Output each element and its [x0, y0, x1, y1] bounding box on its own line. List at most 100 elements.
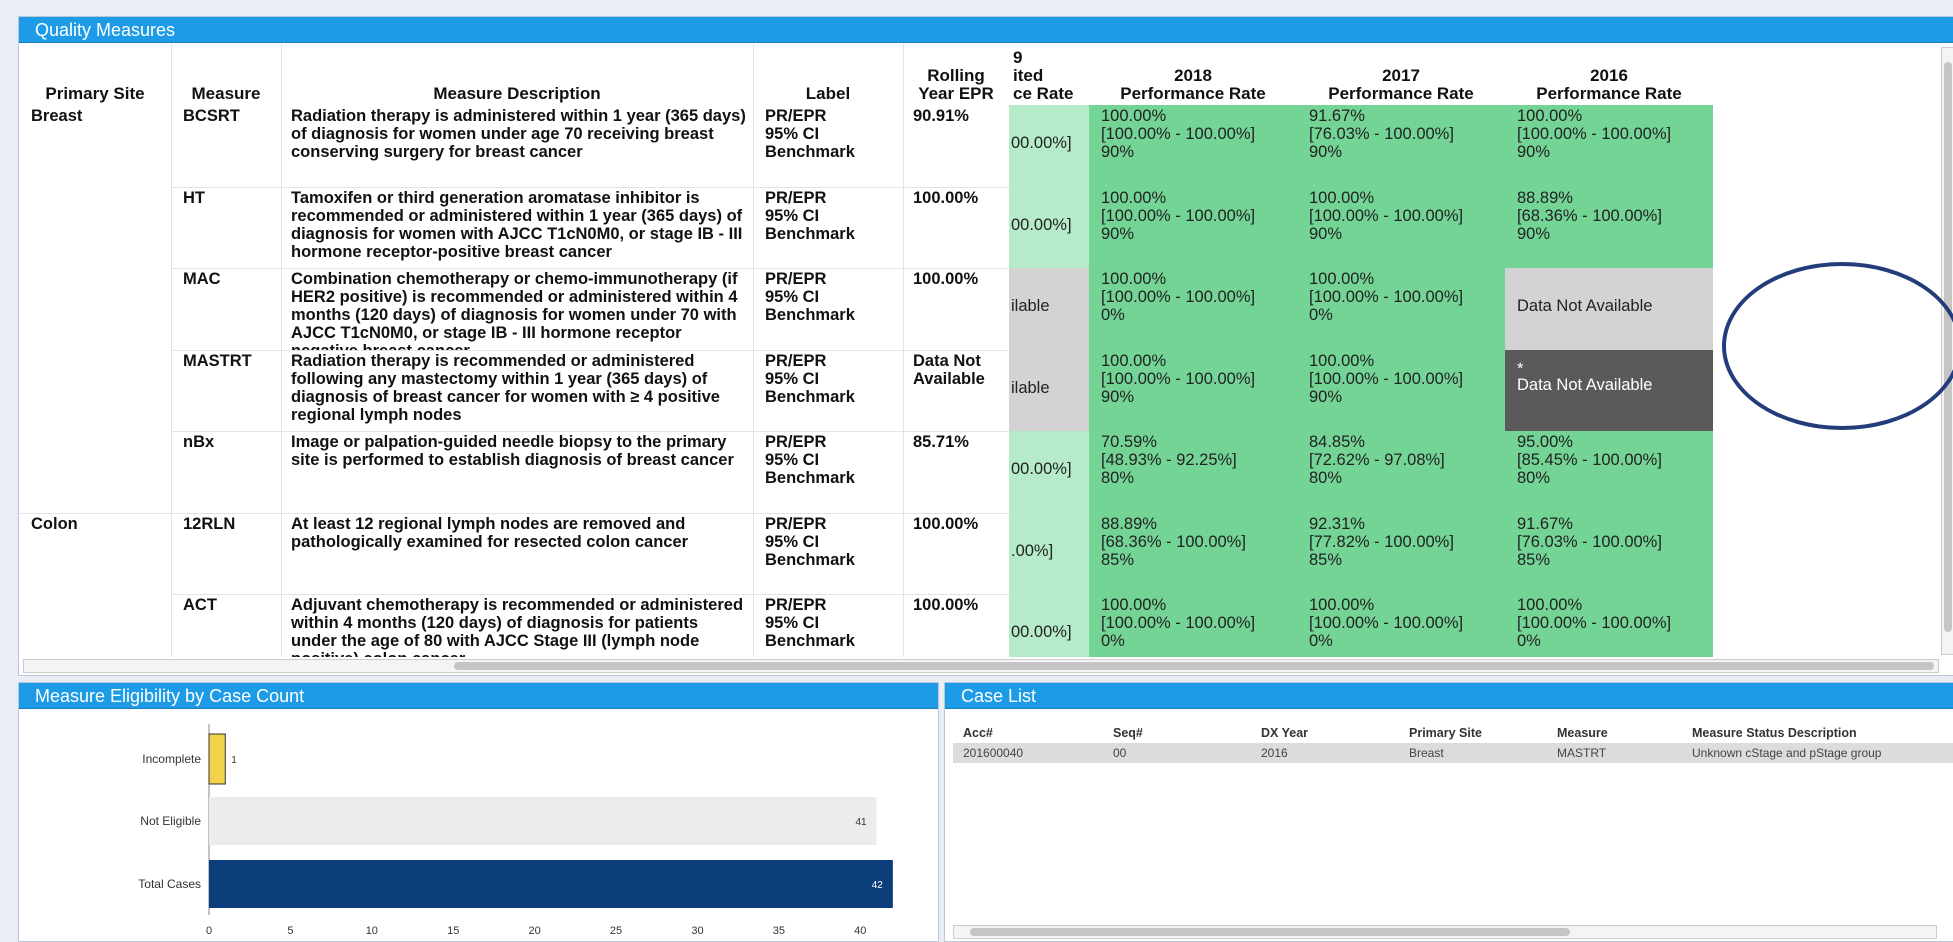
col-measure-header[interactable]: Measure [171, 44, 281, 106]
col-2018-cell: 100.00% [100.00% - 100.00%] 90% [1089, 349, 1297, 431]
col-measure-text: HT [183, 188, 205, 207]
col-description-cell: Tamoxifen or third generation aromatase … [281, 187, 753, 269]
cell-dx-year: 2016 [1261, 746, 1288, 760]
quality-measures-table: Primary Site Breast Colon Measure BCSRT HT MAC… [19, 44, 1953, 657]
col-rolling-year-text: 100.00% [913, 514, 979, 533]
performance-value: [100.00% - 100.00%] [1517, 125, 1672, 143]
col-measure-text: nBx [183, 433, 215, 451]
table-row[interactable]: 201600040 00 2016 Breast MASTRT Unknown … [953, 743, 1953, 763]
col-status-description[interactable]: Measure Status Description [1682, 726, 1942, 740]
col-description-cell: Radiation therapy is administered within… [281, 105, 753, 187]
label-text: Benchmark [765, 550, 855, 569]
col-description-cell: At least 12 regional lymph nodes are rem… [281, 513, 753, 595]
x-tick-label: 15 [447, 925, 459, 937]
case-list-title: Case List [945, 683, 1953, 709]
performance-value: 85% [1101, 550, 1135, 569]
eligibility-bar-chart: Incomplete 1 Not Eligible 41 Total Cases 42 0 5… [138, 724, 893, 937]
x-tick-label: 35 [773, 925, 785, 937]
col-rolling-year-header[interactable]: Rolling Year EPR [903, 44, 1009, 106]
col-measure: Measure BCSRT HT MAC MASTRT nBx 12RLN ACT [171, 44, 281, 657]
horizontal-scrollbar[interactable] [23, 659, 1939, 673]
col-primary-site-cell [19, 187, 171, 269]
row-divider [171, 431, 1009, 432]
bar-incomplete[interactable] [208, 733, 226, 785]
scroll-thumb[interactable] [1944, 62, 1952, 632]
col-primary-site-text: Breast [31, 107, 83, 125]
performance-value: [100.00% - 100.00%] [1309, 206, 1464, 225]
scroll-thumb[interactable] [970, 928, 1570, 936]
label-text: PR/EPR [765, 596, 827, 614]
header-line: Rolling [927, 66, 985, 85]
col-2016-cell: 88.89% [68.36% - 100.00%] 90% [1505, 186, 1713, 268]
bar-total-cases[interactable] [209, 860, 893, 908]
x-tick-label: 5 [287, 925, 293, 937]
col-primary-site-header[interactable]: Primary Site [19, 44, 171, 106]
performance-value: [76.03% - 100.00%] [1309, 125, 1454, 143]
bar-not-eligible[interactable] [209, 797, 877, 845]
performance-value: [76.03% - 100.00%] [1517, 532, 1662, 551]
performance-value: 0% [1517, 632, 1541, 650]
col-seq[interactable]: Seq# [1103, 726, 1251, 740]
row-divider [19, 512, 171, 514]
col-primary-site[interactable]: Primary Site [1399, 726, 1547, 740]
col-2017-header[interactable]: 2017 Performance Rate [1297, 44, 1505, 106]
col-description-text: Combination chemotherapy or chemo-immuno… [291, 270, 738, 350]
col-rolling-year-text: 85.71% [913, 433, 969, 451]
col-2018-cell: 70.59% [48.93% - 92.25%] 80% [1089, 431, 1297, 513]
quality-measures-panel: Quality Measures Primary Site Breast Colon… [18, 16, 1953, 676]
col-rolling-year-text: Data Not Available [913, 351, 985, 388]
performance-value: 100.00% [1309, 351, 1375, 370]
col-2016-cell: 91.67% [76.03% - 100.00%] 85% [1505, 512, 1713, 594]
label-text: Benchmark [765, 632, 855, 650]
col-cut-rate: 9 ited ce Rate 00.00%] 00.00%] ilable ilable 00… [1009, 44, 1089, 657]
col-cut-rate-header-text: 9 ited ce Rate [1013, 49, 1073, 103]
header-line: ited [1013, 66, 1044, 85]
col-primary-site-header-text: Primary Site [45, 85, 144, 103]
data-label: 41 [855, 817, 867, 828]
x-tick-label: 25 [610, 925, 622, 937]
cut-rate-text: 00.00%] [1011, 460, 1072, 478]
col-description-header[interactable]: Measure Description [281, 44, 753, 106]
col-measure-cell: HT [171, 187, 281, 269]
asterisk-text: * [1517, 359, 1524, 378]
col-cut-rate-header[interactable]: 9 ited ce Rate [1009, 44, 1089, 106]
col-description-text: Tamoxifen or third generation aromatase … [291, 188, 743, 261]
col-2018: 2018 Performance Rate 100.00% [100.00% - 10… [1089, 44, 1297, 657]
col-2018-header[interactable]: 2018 Performance Rate [1089, 44, 1297, 106]
header-line: 2016 [1590, 66, 1628, 85]
performance-value: [100.00% - 100.00%] [1309, 369, 1464, 388]
col-label-header-text: Label [806, 85, 850, 103]
col-measure-cell: BCSRT [171, 105, 281, 187]
performance-value: 88.89% [1517, 188, 1573, 207]
header-line: Measure Description [433, 84, 601, 103]
performance-value: 90% [1101, 143, 1135, 161]
x-tick-label: 30 [691, 925, 703, 937]
col-2017-cell: 100.00% [100.00% - 100.00%] 90% [1297, 186, 1505, 268]
col-dx-year[interactable]: DX Year [1251, 726, 1399, 740]
horizontal-scrollbar[interactable] [953, 925, 1937, 939]
performance-value: 91.67% [1517, 514, 1573, 533]
label-text: 95% CI [765, 532, 820, 551]
scroll-thumb[interactable] [454, 662, 1934, 670]
col-rolling-year: Rolling Year EPR 90.91% 100.00% 100.00% Data … [903, 44, 1009, 657]
col-label-header[interactable]: Label [753, 44, 903, 106]
vertical-scrollbar[interactable] [1941, 47, 1953, 655]
column-divider [281, 44, 282, 657]
cut-rate-text: .00%] [1011, 541, 1054, 560]
performance-value: 0% [1101, 632, 1125, 650]
col-2016-header[interactable]: 2016 Performance Rate [1505, 44, 1713, 106]
col-2016: 2016 Performance Rate 100.00% [100.00% - 10… [1505, 44, 1713, 657]
col-measure-text: BCSRT [183, 107, 240, 125]
label-text: PR/EPR [765, 270, 827, 288]
performance-value: 100.00% [1101, 270, 1167, 288]
col-measure[interactable]: Measure [1547, 726, 1682, 740]
col-description-cell: Radiation therapy is recommended or admi… [281, 350, 753, 432]
col-acc[interactable]: Acc# [953, 726, 1103, 740]
performance-value: [100.00% - 100.00%] [1101, 125, 1256, 143]
quality-measures-title: Quality Measures [19, 17, 1953, 43]
data-label: 42 [872, 880, 884, 891]
col-measure-cell: MAC [171, 268, 281, 350]
col-2018-header-text: 2018 Performance Rate [1120, 67, 1266, 103]
performance-value: 100.00% [1309, 188, 1375, 207]
col-2017: 2017 Performance Rate 91.67% [76.03% - 100.… [1297, 44, 1505, 657]
